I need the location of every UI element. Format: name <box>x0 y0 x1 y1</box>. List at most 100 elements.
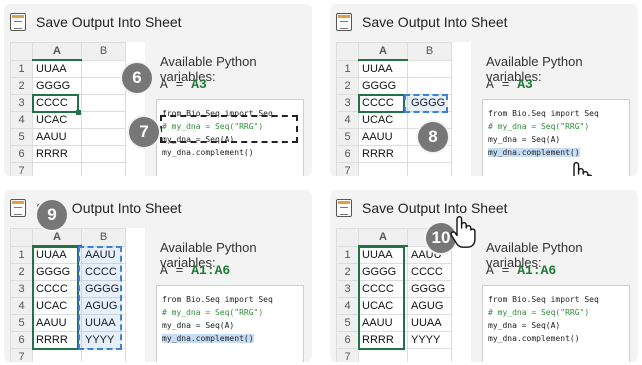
cell-a7[interactable] <box>358 162 408 176</box>
cell-a3[interactable]: CCCC <box>358 94 408 112</box>
cell-a3[interactable]: CCCC <box>32 280 82 298</box>
row-number[interactable]: 4 <box>10 111 33 129</box>
cell-a4[interactable]: UCAC <box>32 111 82 129</box>
fill-handle[interactable] <box>76 110 81 115</box>
code-editor[interactable]: from Bio.Seq import Seq # my_dna = Seq("… <box>156 99 304 176</box>
spreadsheet-grid[interactable]: A B 1UUAAAAUU 2GGGGCCCC 3CCCCGGGG 4UCACA… <box>10 228 145 362</box>
row-number[interactable]: 1 <box>336 245 359 264</box>
cell-b5[interactable]: UUAA <box>81 314 126 332</box>
row-number[interactable]: 4 <box>336 297 359 315</box>
cell-b1[interactable] <box>407 59 452 78</box>
cell-a2[interactable]: GGGG <box>32 77 82 95</box>
cell-a6[interactable]: RRRR <box>32 331 82 349</box>
row-number[interactable]: 6 <box>10 331 33 349</box>
cell-b5[interactable] <box>81 128 126 146</box>
cell-a3[interactable]: CCCC <box>32 94 82 112</box>
row-number[interactable]: 3 <box>336 94 359 112</box>
column-header-a[interactable]: A <box>32 228 82 247</box>
cell-a5[interactable]: AAUU <box>358 314 408 332</box>
code-editor[interactable]: from Bio.Seq import Seq # my_dna = Seq("… <box>482 285 630 362</box>
cell-a4[interactable]: UCAC <box>358 111 408 129</box>
cell-b2[interactable]: CCCC <box>81 263 126 281</box>
row-number[interactable]: 7 <box>10 162 33 176</box>
row-number[interactable]: 5 <box>10 314 33 332</box>
highlighted-code[interactable]: my_dna.complement() <box>488 148 580 157</box>
row-number[interactable]: 5 <box>10 128 33 146</box>
row-number[interactable]: 7 <box>336 348 359 362</box>
cell-b1[interactable] <box>81 59 126 78</box>
column-header-a[interactable]: A <box>358 42 408 61</box>
highlighted-code[interactable]: my_dna.complement() <box>162 334 254 343</box>
cell-a2[interactable]: GGGG <box>358 263 408 281</box>
code-editor[interactable]: from Bio.Seq import Seq # my_dna = Seq("… <box>482 99 630 176</box>
cell-b2[interactable]: CCCC <box>407 263 452 281</box>
cell-a3[interactable]: CCCC <box>358 280 408 298</box>
cell-b3[interactable]: GGGG <box>407 94 452 112</box>
row-number[interactable]: 3 <box>10 280 33 298</box>
cell-a7[interactable] <box>358 348 408 362</box>
cell-b7[interactable] <box>81 162 126 176</box>
cell-a1[interactable]: UUAA <box>358 59 408 78</box>
cell-a5[interactable]: AAUU <box>32 314 82 332</box>
corner-cell[interactable] <box>10 42 33 61</box>
variable-value[interactable]: A3 <box>517 77 533 92</box>
row-number[interactable]: 1 <box>10 59 33 78</box>
row-number[interactable]: 6 <box>336 145 359 163</box>
cell-a1[interactable]: UUAA <box>358 245 408 264</box>
variable-value[interactable]: A3 <box>191 77 207 92</box>
column-header-b[interactable]: B <box>81 228 126 247</box>
cell-a6[interactable]: RRRR <box>32 145 82 163</box>
spreadsheet-grid[interactable]: A B 1 UUAA 2 GGGG 3 CCCC 4 UCAC 5 AAUU 6 RRRR … <box>10 42 145 176</box>
cell-a2[interactable]: GGGG <box>358 77 408 95</box>
variable-value[interactable]: A1:A6 <box>191 263 230 278</box>
cell-a1[interactable]: UUAA <box>32 59 82 78</box>
cell-a5[interactable]: AAUU <box>32 128 82 146</box>
cell-b1[interactable]: AAUU <box>81 245 126 264</box>
cell-b4[interactable] <box>81 111 126 129</box>
row-number[interactable]: 7 <box>336 162 359 176</box>
row-number[interactable]: 2 <box>10 263 33 281</box>
row-number[interactable]: 4 <box>336 111 359 129</box>
cell-b7[interactable] <box>407 162 452 176</box>
row-number[interactable]: 5 <box>336 128 359 146</box>
cell-b3[interactable] <box>81 94 126 112</box>
cell-b5[interactable]: UUAA <box>407 314 452 332</box>
cell-b7[interactable] <box>81 348 126 362</box>
cell-b4[interactable]: AGUG <box>81 297 126 315</box>
cell-b6[interactable] <box>81 145 126 163</box>
row-number[interactable]: 3 <box>336 280 359 298</box>
cell-a4[interactable]: UCAC <box>32 297 82 315</box>
row-number[interactable]: 6 <box>10 145 33 163</box>
column-header-b[interactable]: B <box>81 42 126 61</box>
cell-a6[interactable]: RRRR <box>358 331 408 349</box>
cell-a7[interactable] <box>32 162 82 176</box>
cell-a4[interactable]: UCAC <box>358 297 408 315</box>
cell-a5[interactable]: AAUU <box>358 128 408 146</box>
column-header-b[interactable]: B <box>407 42 452 61</box>
code-line-selected[interactable]: my_dna.complement() <box>162 332 298 345</box>
cell-b2[interactable] <box>407 77 452 95</box>
cell-b3[interactable]: GGGG <box>81 280 126 298</box>
cell-b6[interactable]: YYYY <box>407 331 452 349</box>
code-line-selected[interactable]: my_dna.complement() <box>488 146 624 159</box>
row-number[interactable]: 2 <box>336 263 359 281</box>
corner-cell[interactable] <box>336 228 359 247</box>
corner-cell[interactable] <box>10 228 33 247</box>
cell-b6[interactable]: YYYY <box>81 331 126 349</box>
cell-b2[interactable] <box>81 77 126 95</box>
row-number[interactable]: 2 <box>10 77 33 95</box>
cell-a7[interactable] <box>32 348 82 362</box>
variable-value[interactable]: A1:A6 <box>517 263 556 278</box>
cell-a6[interactable]: RRRR <box>358 145 408 163</box>
cell-a2[interactable]: GGGG <box>32 263 82 281</box>
cell-b3[interactable]: GGGG <box>407 280 452 298</box>
row-number[interactable]: 1 <box>10 245 33 264</box>
column-header-a[interactable]: A <box>358 228 408 247</box>
row-number[interactable]: 7 <box>10 348 33 362</box>
row-number[interactable]: 5 <box>336 314 359 332</box>
row-number[interactable]: 3 <box>10 94 33 112</box>
row-number[interactable]: 1 <box>336 59 359 78</box>
row-number[interactable]: 2 <box>336 77 359 95</box>
cell-b7[interactable] <box>407 348 452 362</box>
cell-b4[interactable]: AGUG <box>407 297 452 315</box>
